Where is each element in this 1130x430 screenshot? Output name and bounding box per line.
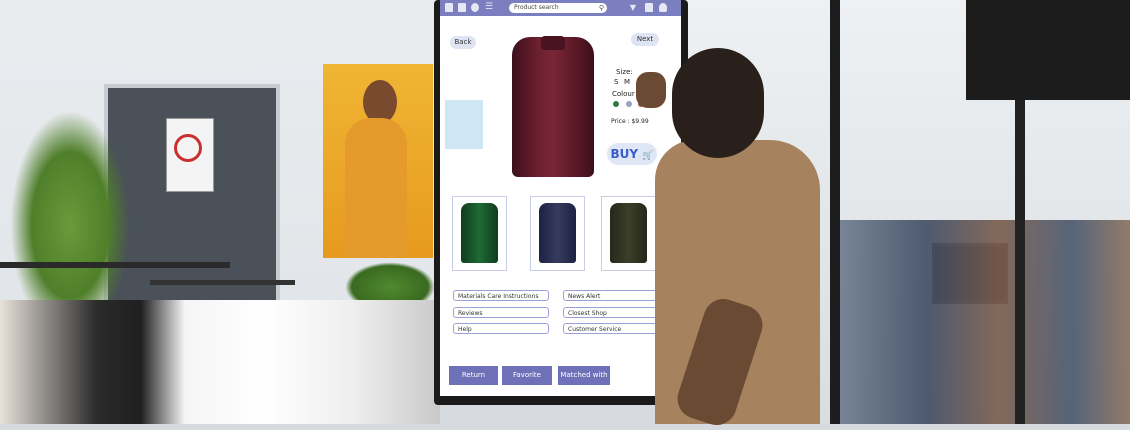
account-icon[interactable] — [659, 3, 667, 12]
favorite-button[interactable]: Favorite — [502, 366, 552, 385]
size-label: Size: — [616, 68, 633, 76]
buy-button[interactable]: BUY 🛒 — [607, 143, 657, 165]
menu-icon[interactable]: ☰ — [484, 3, 494, 12]
next-button[interactable]: Next — [631, 33, 659, 46]
link-materials-care[interactable]: Materials Care Instructions — [453, 290, 549, 301]
home-icon[interactable] — [445, 3, 453, 12]
kiosk-top-bar: ☰ Product search ⚲ ▼ — [440, 0, 681, 16]
category-icon[interactable] — [458, 3, 466, 12]
alt-view-thumbnail[interactable] — [445, 100, 483, 149]
cart-icon: 🛒 — [642, 151, 654, 161]
colour-swatch-green[interactable] — [613, 101, 619, 107]
back-button[interactable]: Back — [450, 36, 476, 49]
rack-post — [1015, 100, 1025, 424]
return-button[interactable]: Return — [449, 366, 498, 385]
ceiling-fixture — [966, 0, 1130, 100]
search-placeholder: Product search — [514, 4, 559, 11]
poster-model — [345, 118, 407, 258]
shopper-hand — [636, 72, 666, 108]
size-option-m[interactable]: M — [624, 78, 630, 86]
buy-label: BUY — [610, 147, 639, 161]
product-thumb-green[interactable] — [452, 196, 507, 271]
link-help[interactable]: Help — [453, 323, 549, 334]
product-thumb-navy[interactable] — [530, 196, 585, 271]
green-shirt — [461, 203, 498, 263]
olive-shirt — [610, 203, 647, 263]
price-label: Price : $9.99 — [611, 118, 649, 125]
wishlist-icon[interactable] — [645, 3, 653, 12]
product-thumb-olive[interactable] — [601, 196, 656, 271]
rack-post — [830, 0, 840, 424]
settings-icon[interactable] — [471, 3, 479, 12]
navy-shirt — [539, 203, 576, 263]
colour-swatch-lavender[interactable] — [626, 101, 632, 107]
main-product-shirt — [512, 37, 594, 177]
link-news-alert[interactable]: News Alert — [563, 290, 657, 301]
size-option-s[interactable]: S — [614, 78, 618, 86]
shopper-head — [672, 48, 764, 158]
link-reviews[interactable]: Reviews — [453, 307, 549, 318]
search-icon[interactable]: ⚲ — [599, 4, 604, 12]
link-closest-shop[interactable]: Closest Shop — [563, 307, 657, 318]
search-input[interactable]: Product search ⚲ — [509, 3, 607, 13]
link-customer-service[interactable]: Customer Service — [563, 323, 657, 334]
dropdown-icon[interactable]: ▼ — [628, 3, 638, 12]
clothing-rack — [150, 280, 295, 285]
hanging-plaid-shirts — [840, 220, 1130, 424]
matched-with-button[interactable]: Matched with — [558, 366, 610, 385]
prohibition-icon — [174, 134, 202, 162]
hanging-shirts — [0, 300, 440, 424]
shirt-collar — [541, 36, 565, 50]
clothing-rack — [0, 262, 230, 268]
kiosk-screen: ☰ Product search ⚲ ▼ Back Next Size: S M… — [440, 0, 681, 396]
